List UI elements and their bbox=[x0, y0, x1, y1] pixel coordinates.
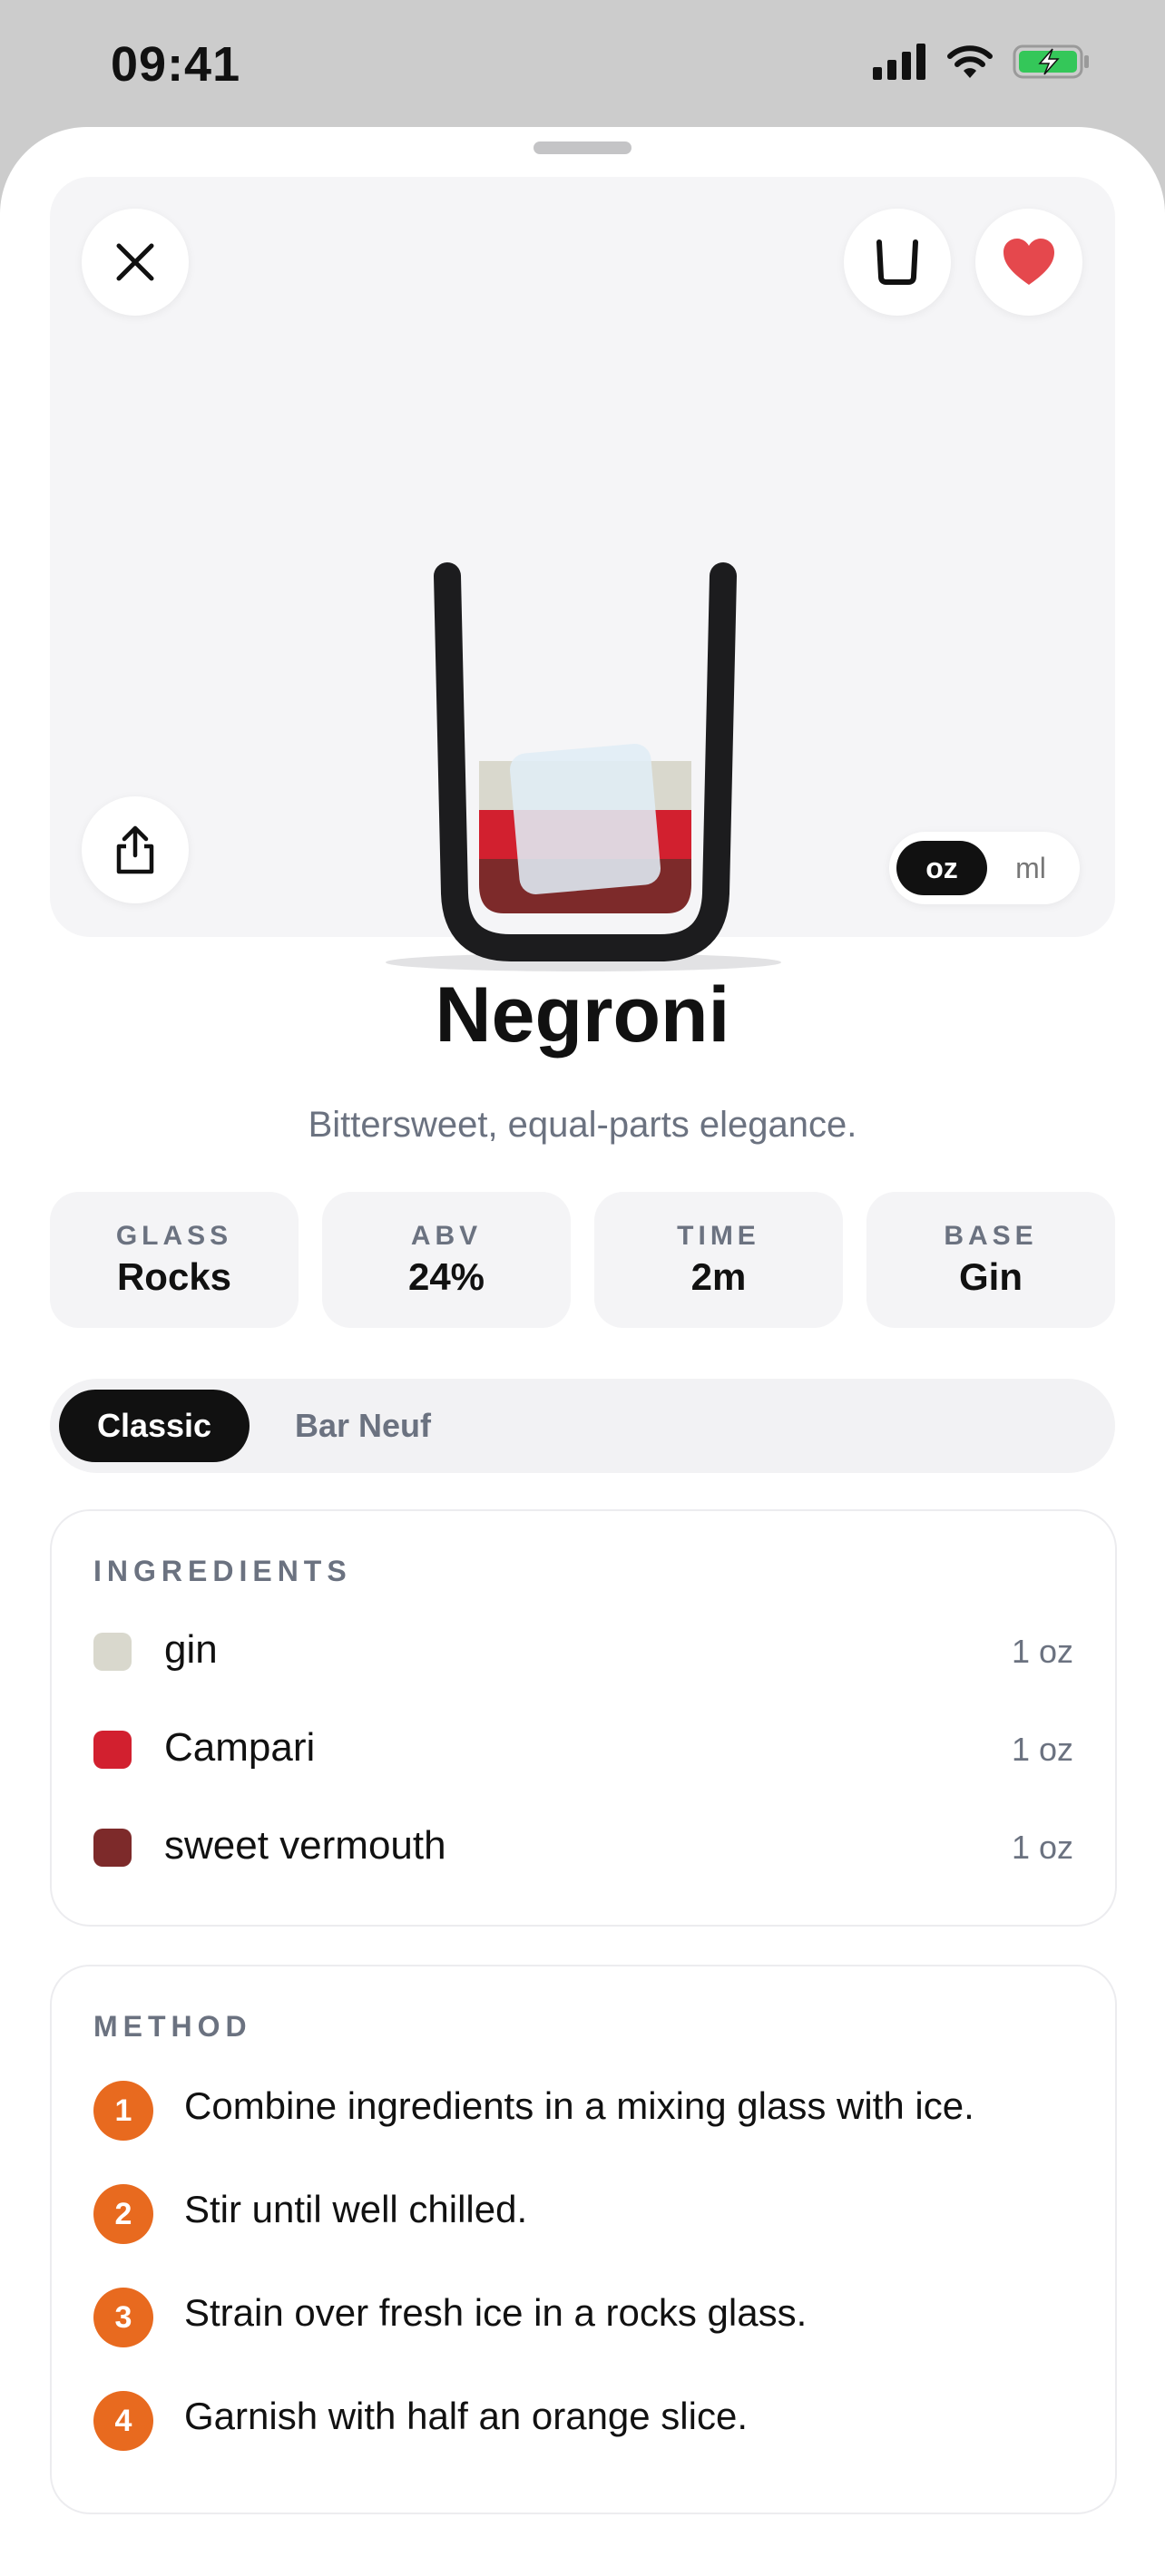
wifi-icon bbox=[947, 45, 993, 78]
ingredient-name: gin bbox=[164, 1627, 218, 1672]
share-button[interactable] bbox=[82, 796, 189, 903]
stat-time: TIME 2m bbox=[594, 1192, 843, 1328]
method-heading: METHOD bbox=[93, 2010, 252, 2043]
stat-label: BASE bbox=[944, 1221, 1038, 1251]
step-text: Combine ingredients in a mixing glass wi… bbox=[184, 2084, 974, 2127]
rocks-glass-icon bbox=[876, 239, 918, 285]
stat-glass: GLASS Rocks bbox=[50, 1192, 299, 1328]
sheet-grabber[interactable] bbox=[534, 141, 631, 154]
status-time: 09:41 bbox=[111, 37, 241, 92]
stat-label: TIME bbox=[677, 1221, 760, 1251]
variant-tab-classic[interactable]: Classic bbox=[59, 1390, 250, 1462]
method-step: 1 Combine ingredients in a mixing glass … bbox=[93, 2081, 1073, 2144]
step-text: Stir until well chilled. bbox=[184, 2188, 528, 2230]
variant-segmented-control: Classic Bar Neuf bbox=[50, 1379, 1115, 1473]
method-step: 2 Stir until well chilled. bbox=[93, 2184, 1073, 2248]
stat-value: 2m bbox=[690, 1255, 747, 1298]
method-step: 3 Strain over fresh ice in a rocks glass… bbox=[93, 2288, 1073, 2351]
drink-title: Negroni bbox=[435, 971, 730, 1059]
ingredient-amount: 1 oz bbox=[1011, 1633, 1073, 1670]
unit-toggle: oz ml bbox=[889, 832, 1080, 904]
negroni-glass-illustration bbox=[386, 562, 781, 971]
ingredient-row: Campari 1 oz bbox=[93, 1722, 1073, 1776]
share-icon bbox=[116, 825, 154, 874]
glass-type-button[interactable] bbox=[844, 209, 951, 316]
drink-stats: GLASS Rocks ABV 24% TIME 2m BASE Gin bbox=[50, 1192, 1115, 1328]
step-number-badge: 3 bbox=[93, 2288, 153, 2347]
stat-label: GLASS bbox=[115, 1221, 233, 1251]
status-bar: 09:41 bbox=[0, 0, 1165, 127]
ingredient-name: Campari bbox=[164, 1725, 316, 1770]
drink-tagline: Bittersweet, equal-parts elegance. bbox=[308, 1105, 857, 1145]
ingredient-swatch bbox=[93, 1633, 132, 1671]
step-number-badge: 1 bbox=[93, 2081, 153, 2141]
ingredient-name: sweet vermouth bbox=[164, 1823, 446, 1868]
variant-tab-bar-neuf[interactable]: Bar Neuf bbox=[268, 1390, 458, 1462]
method-step: 4 Garnish with half an orange slice. bbox=[93, 2391, 1073, 2454]
ingredient-row: gin 1 oz bbox=[93, 1624, 1073, 1678]
ingredient-swatch bbox=[93, 1731, 132, 1769]
step-number-badge: 4 bbox=[93, 2391, 153, 2451]
step-number-badge: 2 bbox=[93, 2184, 153, 2244]
ingredient-swatch bbox=[93, 1829, 132, 1867]
stat-value: 24% bbox=[407, 1255, 485, 1298]
stat-abv: ABV 24% bbox=[322, 1192, 571, 1328]
ingredient-row: sweet vermouth 1 oz bbox=[93, 1820, 1073, 1874]
ingredients-heading: INGREDIENTS bbox=[93, 1555, 352, 1587]
drink-hero: oz ml bbox=[50, 177, 1115, 971]
close-button[interactable] bbox=[82, 209, 189, 316]
step-text: Strain over fresh ice in a rocks glass. bbox=[184, 2291, 808, 2334]
recipe-sheet: oz ml Negroni Bittersweet, equal-parts e… bbox=[0, 127, 1165, 2576]
ingredients-card: INGREDIENTS gin 1 oz Campari 1 oz sweet … bbox=[50, 1509, 1117, 1927]
ingredient-amount: 1 oz bbox=[1011, 1731, 1073, 1768]
stat-value: Gin bbox=[959, 1255, 1023, 1298]
stat-value: Rocks bbox=[116, 1255, 232, 1298]
favorite-button[interactable] bbox=[975, 209, 1082, 316]
ice-cube bbox=[509, 743, 661, 895]
method-card: METHOD 1 Combine ingredients in a mixing… bbox=[50, 1965, 1117, 2514]
close-icon bbox=[116, 243, 154, 281]
stat-base: BASE Gin bbox=[866, 1192, 1115, 1328]
unit-option-ml[interactable]: ml bbox=[989, 841, 1072, 895]
ingredient-amount: 1 oz bbox=[1011, 1829, 1073, 1866]
unit-option-oz[interactable]: oz bbox=[896, 841, 987, 895]
status-icons bbox=[873, 44, 1091, 80]
battery-charging-icon bbox=[1013, 44, 1089, 79]
stat-label: ABV bbox=[410, 1221, 483, 1251]
signal-icon bbox=[873, 44, 925, 80]
step-text: Garnish with half an orange slice. bbox=[184, 2395, 748, 2437]
heart-icon bbox=[1003, 239, 1054, 285]
